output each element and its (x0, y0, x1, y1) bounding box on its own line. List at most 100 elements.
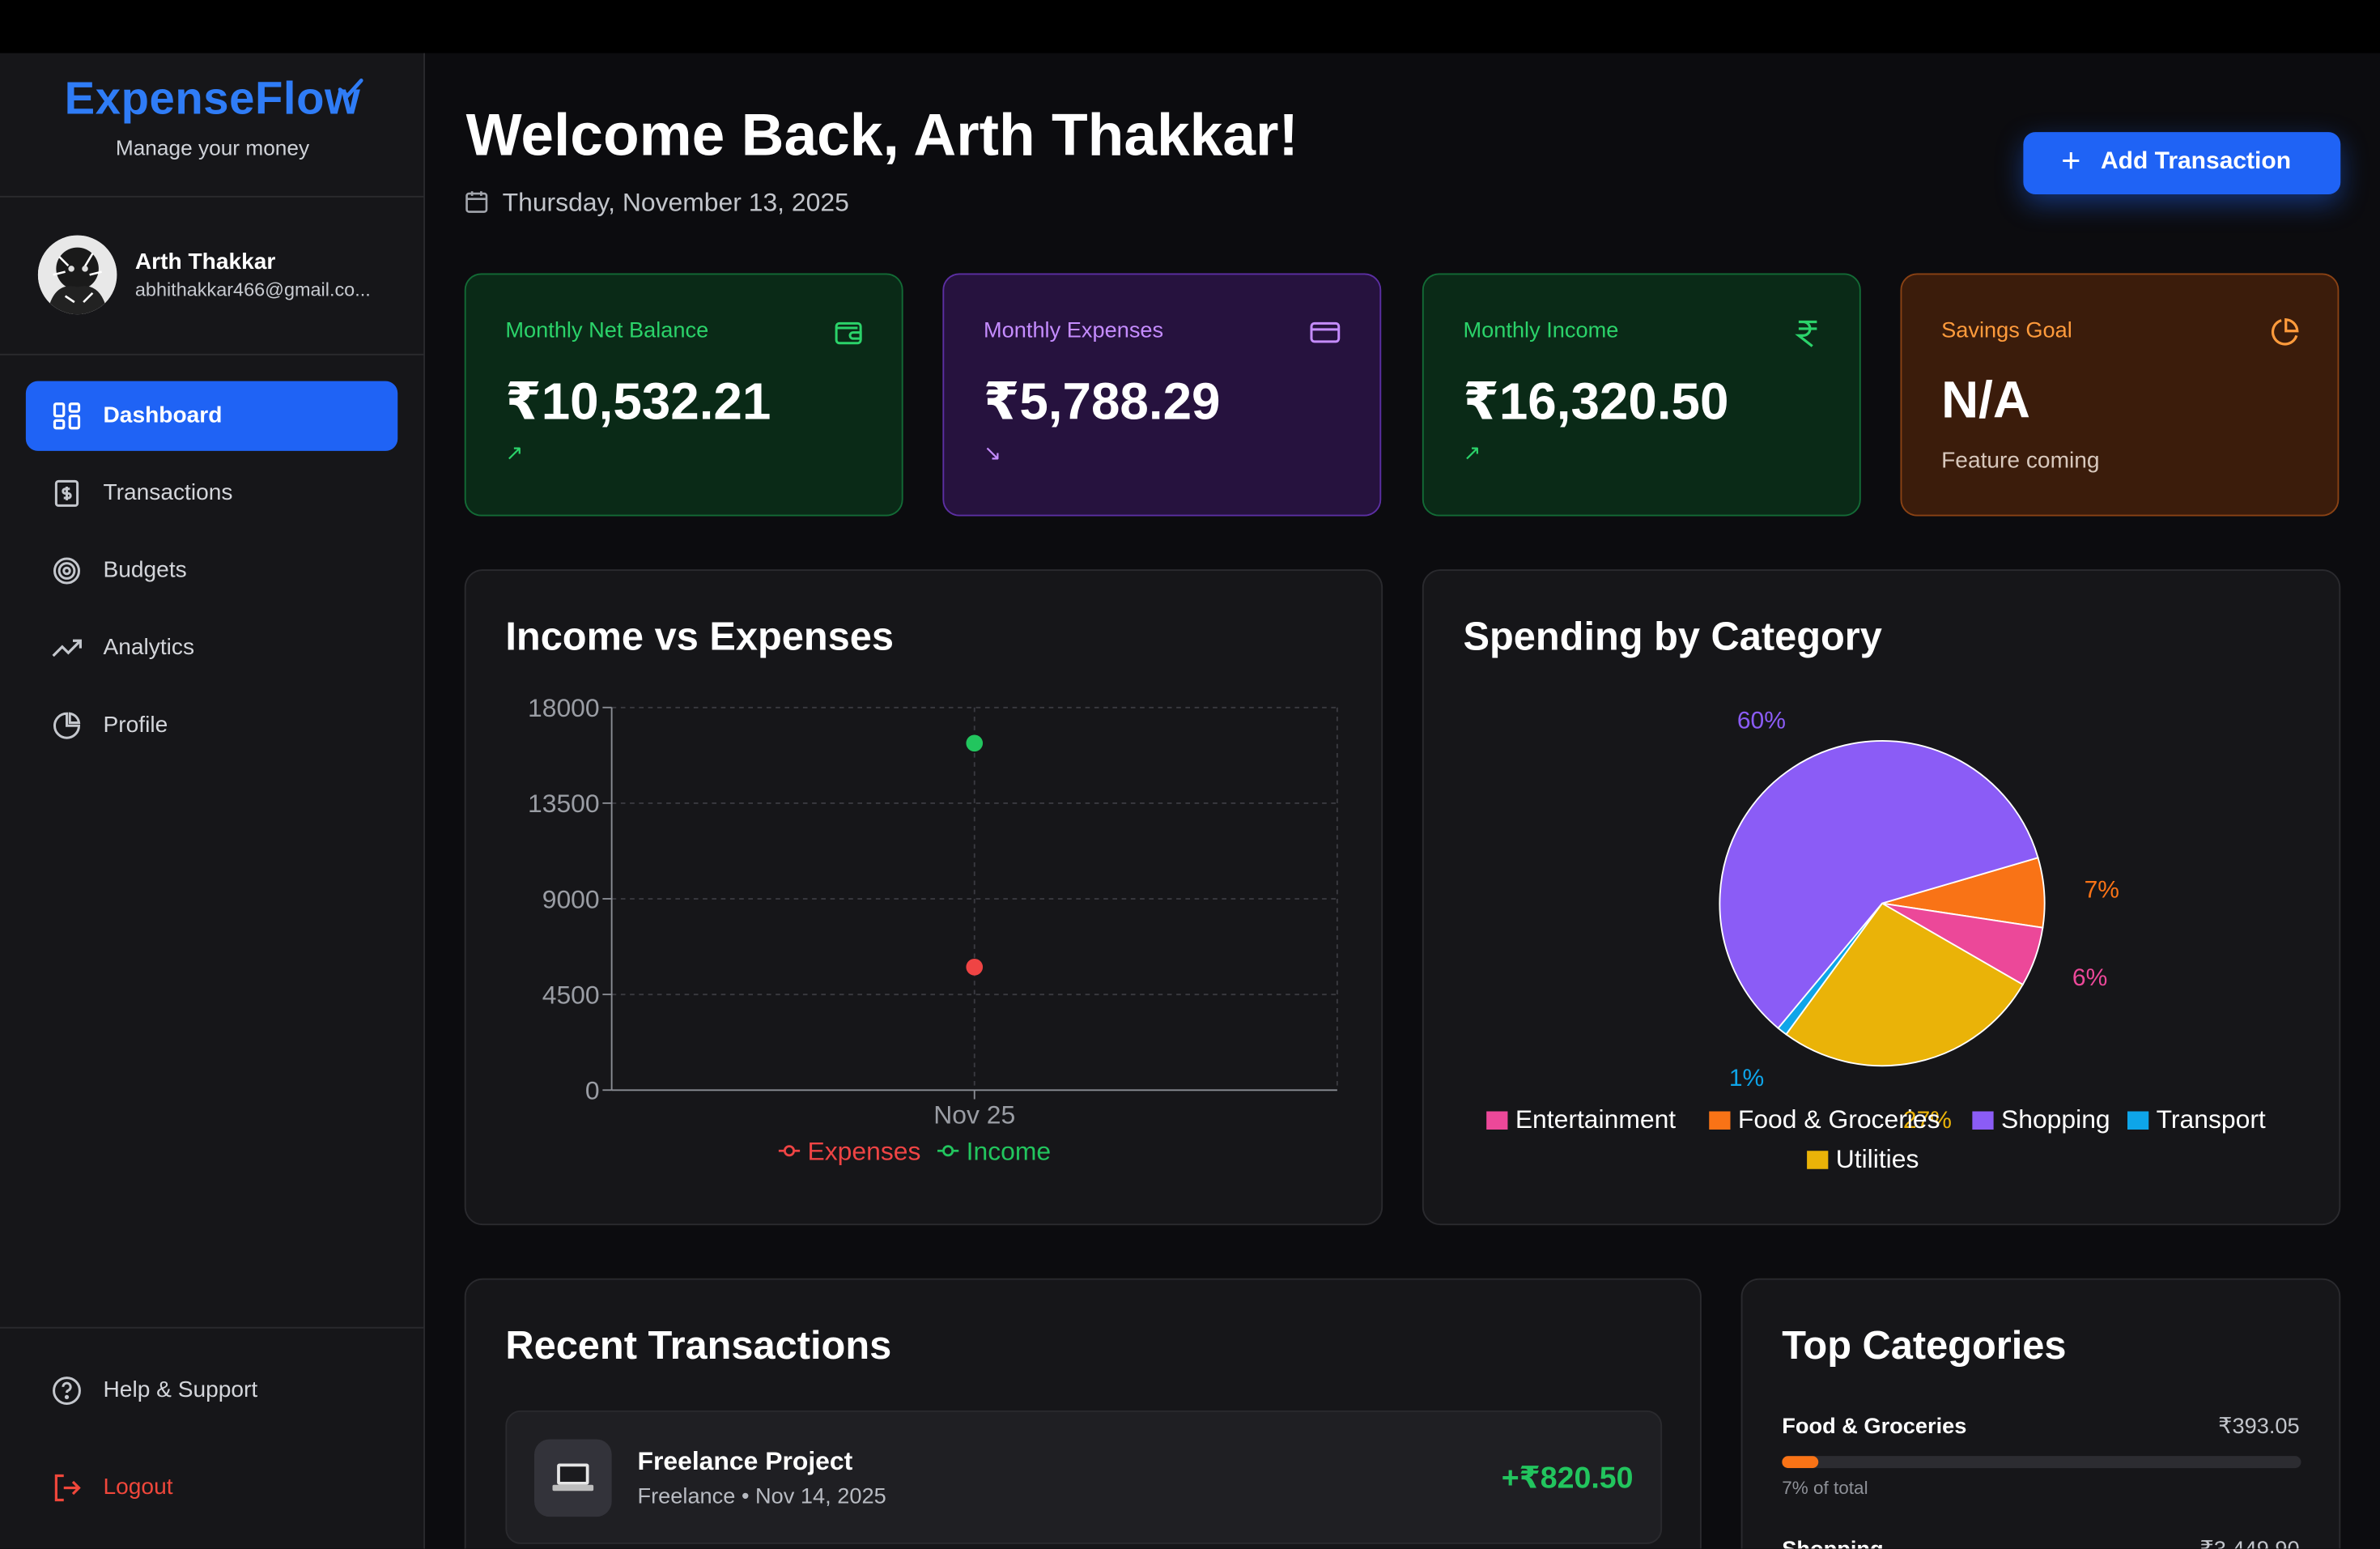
pie-chart-icon (2271, 317, 2299, 346)
logout-label: Logout (103, 1474, 173, 1500)
credit-card-icon (1310, 321, 1341, 343)
card-label: Monthly Expenses (984, 318, 1164, 343)
legend-marker (783, 1145, 796, 1157)
legend-item: Utilities (1807, 1144, 1919, 1173)
legend-swatch (1807, 1151, 1829, 1169)
transaction-name: Freelance Project (637, 1446, 853, 1476)
card-savings-goal: Savings Goal N/A Feature coming (1900, 273, 2340, 517)
card-label: Savings Goal (1941, 318, 2072, 343)
help-support-link[interactable]: Help & Support (26, 1355, 397, 1425)
legend-swatch (1709, 1111, 1731, 1130)
transaction-meta: Freelance • Nov 14, 2025 (637, 1484, 886, 1509)
add-transaction-button[interactable]: + Add Transaction (2023, 132, 2341, 194)
card-value: ₹16,320.50 (1463, 373, 1729, 432)
legend-label: Expenses (808, 1137, 921, 1166)
nav-dashboard[interactable]: Dashboard (25, 381, 398, 451)
transaction-amount: +₹820.50 (1501, 1462, 1634, 1496)
dashboard-icon (53, 402, 81, 430)
legend-item: Transport (2127, 1104, 2266, 1134)
nav-transactions[interactable]: Transactions (26, 458, 397, 528)
nav-label: Budgets (103, 557, 187, 583)
income-expenses-chart: 0 4500 9000 13500 18000 Nov 25 Expenses Income (528, 693, 1338, 1166)
rupee-icon (1795, 320, 1817, 347)
legend-item: Entertainment (1486, 1104, 1676, 1134)
category-name: Shopping (1782, 1538, 1883, 1548)
legend-swatch (2127, 1111, 2149, 1130)
brand: ExpenseFlow Manage your money (0, 53, 425, 198)
y-tick-label: 9000 (542, 884, 600, 913)
pie-label: 60% (1737, 708, 1786, 734)
nav-analytics[interactable]: Analytics (26, 614, 397, 683)
nav-label: Profile (103, 712, 168, 738)
legend-swatch (1972, 1111, 1994, 1130)
user-profile[interactable]: Arth Thakkar abhithakkar466@gmail.co... (0, 198, 425, 355)
y-tick-label: 0 (585, 1076, 600, 1105)
section-title: Top Categories (1782, 1322, 2067, 1368)
card-net-balance: Monthly Net Balance ₹10,532.21 ↗ (464, 273, 903, 517)
legend-label: Income (967, 1137, 1051, 1166)
nav-label: Transactions (103, 479, 233, 506)
category-name: Food & Groceries (1782, 1415, 1967, 1440)
data-point-expenses (966, 958, 984, 976)
legend-item: Shopping (1972, 1104, 2110, 1134)
legend-item-income: Income (937, 1137, 1051, 1166)
logout-button[interactable]: Logout (26, 1453, 397, 1522)
legend-label: Utilities (1836, 1144, 1919, 1173)
category-amount: ₹393.05 (2218, 1415, 2300, 1440)
y-tick-label: 13500 (528, 789, 600, 818)
pie-label: 1% (1729, 1065, 1764, 1092)
legend-marker (942, 1145, 954, 1157)
wallet-icon (835, 321, 862, 345)
legend-item-expenses: Expenses (778, 1137, 921, 1166)
calendar-icon (465, 191, 488, 213)
spending-pie-chart: 7%6%27%1%60%Entertainment Food & Grocerie… (1486, 708, 2266, 1173)
card-label: Monthly Income (1463, 318, 1619, 343)
target-icon (53, 557, 80, 585)
legend-label: Transport (2157, 1104, 2266, 1134)
arrow-up-right-icon: ↗ (1463, 440, 1481, 465)
category-progress-bar (1782, 1456, 2301, 1469)
legend-label: Entertainment (1515, 1104, 1676, 1134)
sidebar-bottom: Help & Support Logout (0, 1326, 425, 1549)
transaction-row[interactable]: Freelance Project Freelance • Nov 14, 20… (505, 1410, 1663, 1544)
section-title: Recent Transactions (505, 1322, 892, 1368)
nav-label: Analytics (103, 634, 195, 661)
x-tick-label: Nov 25 (933, 1100, 1015, 1130)
legend-label: Shopping (2001, 1104, 2110, 1134)
current-date: Thursday, November 13, 2025 (502, 188, 849, 218)
recent-transactions-panel: Recent Transactions Freelance Project Fr… (464, 1278, 1702, 1549)
arrow-up-right-icon: ↗ (505, 440, 524, 465)
trending-up-icon (52, 639, 82, 657)
y-tick-label: 4500 (542, 980, 600, 1009)
help-label: Help & Support (103, 1377, 258, 1403)
card-expenses: Monthly Expenses ₹5,788.29 ↘ (942, 273, 1382, 517)
receipt-dollar-icon (54, 479, 79, 507)
legend-item: Food & Groceries (1709, 1104, 1940, 1134)
nav-profile[interactable]: Profile (26, 691, 397, 760)
y-tick-label: 18000 (528, 693, 600, 722)
data-point-income (966, 734, 984, 752)
help-circle-icon (53, 1377, 81, 1405)
add-transaction-label: Add Transaction (2101, 148, 2292, 175)
nav-budgets[interactable]: Budgets (26, 536, 397, 606)
avatar-image (37, 235, 117, 315)
top-categories-panel: Top Categories Food & Groceries ₹393.05 … (1740, 1278, 2341, 1549)
pie-label: 7% (2085, 877, 2119, 904)
spending-category-panel: Spending by Category 7% 6% 27% 1% 60% Enterta… (1422, 569, 2341, 1226)
category-progress-fill (1782, 1456, 1819, 1469)
user-name: Arth Thakkar (134, 249, 276, 275)
laptop-icon (534, 1439, 612, 1517)
legend-label: Food & Groceries (1738, 1104, 1940, 1134)
pie-label: 6% (2072, 964, 2107, 991)
card-value: ₹10,532.21 (505, 373, 771, 432)
card-value: ₹5,788.29 (984, 373, 1221, 432)
card-income: Monthly Income ₹16,320.50 ↗ (1422, 273, 1861, 517)
logout-icon (54, 1474, 81, 1502)
window-top-bar (0, 0, 2380, 53)
pie-icon (53, 712, 81, 739)
page-title: Welcome Back, Arth Thakkar! (465, 103, 1298, 169)
legend-swatch (1486, 1111, 1508, 1130)
card-label: Monthly Net Balance (505, 318, 709, 343)
check-icon (338, 79, 363, 99)
card-subtext: Feature coming (1941, 448, 2100, 474)
